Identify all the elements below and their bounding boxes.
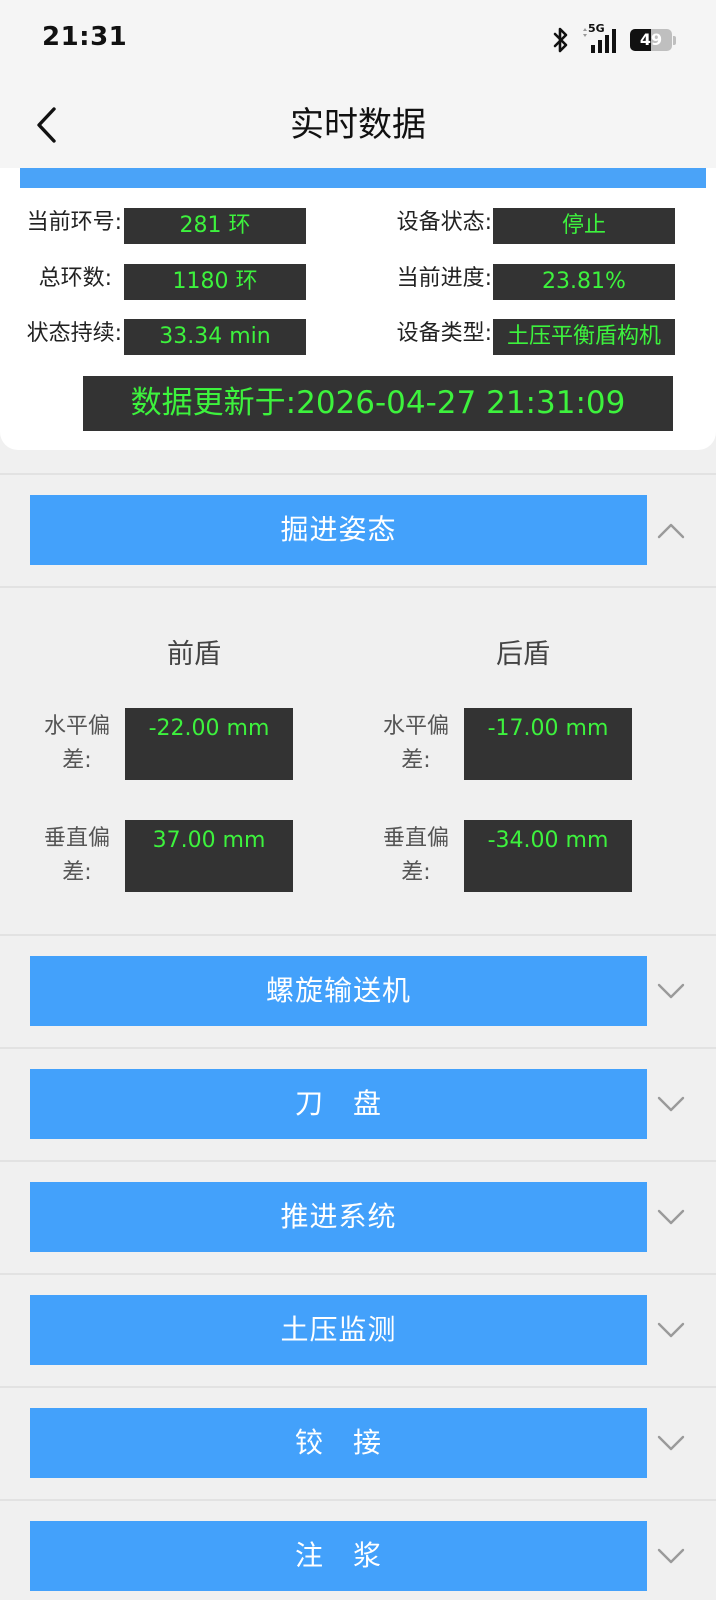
info-row-ring: 当前环号: 281 环 设备状态: 停止 xyxy=(0,206,716,244)
front-vertical-label: 垂直偏差: xyxy=(43,826,110,885)
attitude-section-button[interactable]: 掘进姿态 xyxy=(30,495,647,565)
front-shield-title: 前盾 xyxy=(167,639,221,670)
page-title: 实时数据 xyxy=(290,105,426,145)
current-ring-value: 281 环 xyxy=(124,208,306,244)
device-type-label: 设备类型: xyxy=(396,321,492,346)
status-icons: 5G 49 xyxy=(552,22,676,55)
chevron-down-icon[interactable] xyxy=(656,1087,686,1121)
info-row-duration: 状态持续: 33.34 min 设备类型: 土压平衡盾构机 xyxy=(0,317,716,355)
battery-cap xyxy=(673,35,676,45)
total-rings-label: 总环数: xyxy=(38,266,112,291)
front-horizontal-value: -22.00 mm xyxy=(125,708,293,780)
thrust-system-section-button[interactable]: 推进系统 xyxy=(30,1182,647,1252)
section-header-articulation[interactable]: 铰 接 xyxy=(0,1388,716,1501)
bluetooth-icon xyxy=(553,27,568,53)
section-header-thrust-system[interactable]: 推进系统 xyxy=(0,1162,716,1275)
chevron-down-icon[interactable] xyxy=(656,974,686,1008)
chevron-down-icon[interactable] xyxy=(656,1313,686,1347)
battery-level-text: 49 xyxy=(639,30,663,49)
chevron-left-icon xyxy=(37,107,56,143)
section-header-earth-pressure[interactable]: 土压监测 xyxy=(0,1275,716,1388)
rear-horizontal-value: -17.00 mm xyxy=(464,708,632,780)
chevron-down-icon[interactable] xyxy=(656,1539,686,1573)
chevron-down-icon[interactable] xyxy=(656,1426,686,1460)
attitude-panel: 前盾 后盾 水平偏差: -22.00 mm 水平偏差: -17.00 mm 垂直… xyxy=(0,588,716,934)
rear-vertical-label: 垂直偏差: xyxy=(382,826,449,885)
current-progress-value: 23.81% xyxy=(493,264,675,300)
earth-pressure-section-button[interactable]: 土压监测 xyxy=(30,1295,647,1365)
section-header-screw-conveyor[interactable]: 螺旋输送机 xyxy=(0,936,716,1049)
grouting-section-button[interactable]: 注 浆 xyxy=(30,1521,647,1591)
total-rings-value: 1180 环 xyxy=(124,264,306,300)
app-header: 实时数据 xyxy=(0,82,716,168)
rear-shield-title: 后盾 xyxy=(496,639,550,670)
front-vertical-value: 37.00 mm xyxy=(125,820,293,892)
chevron-up-icon[interactable] xyxy=(656,513,686,547)
status-duration-value: 33.34 min xyxy=(124,319,306,355)
status-bar: 21:31 5G 49 xyxy=(0,0,716,82)
device-status-value: 停止 xyxy=(493,208,675,244)
summary-card: 当前环号: 281 环 设备状态: 停止 总环数: 1180 环 当前进度: 2… xyxy=(0,168,716,450)
screw-conveyor-section-button[interactable]: 螺旋输送机 xyxy=(30,956,647,1026)
data-updated-timestamp: 数据更新于:2026-04-27 21:31:09 xyxy=(83,376,673,431)
network-type-label: 5G xyxy=(588,22,605,35)
section-header-cutterhead[interactable]: 刀 盘 xyxy=(0,1049,716,1162)
chevron-down-icon[interactable] xyxy=(656,1200,686,1234)
signal-indicator: 5G xyxy=(582,22,618,54)
cutterhead-section-button[interactable]: 刀 盘 xyxy=(30,1069,647,1139)
rear-vertical-value: -34.00 mm xyxy=(464,820,632,892)
device-status-label: 设备状态: xyxy=(396,210,492,235)
rear-horizontal-label: 水平偏差: xyxy=(382,714,449,773)
device-type-value: 土压平衡盾构机 xyxy=(493,319,675,355)
battery-body: 49 xyxy=(630,29,672,51)
info-row-total: 总环数: 1180 环 当前进度: 23.81% xyxy=(0,262,716,300)
section-header-attitude[interactable]: 掘进姿态 xyxy=(0,475,716,588)
battery-icon: 49 xyxy=(630,29,676,51)
card-top-bar xyxy=(20,168,706,188)
front-horizontal-label: 水平偏差: xyxy=(43,714,110,773)
status-time: 21:31 xyxy=(42,22,128,52)
section-header-grouting[interactable]: 注 浆 xyxy=(0,1501,716,1600)
back-button[interactable] xyxy=(26,100,66,150)
current-ring-label: 当前环号: xyxy=(26,210,122,235)
status-duration-label: 状态持续: xyxy=(26,321,122,346)
articulation-section-button[interactable]: 铰 接 xyxy=(30,1408,647,1478)
current-progress-label: 当前进度: xyxy=(396,266,492,291)
